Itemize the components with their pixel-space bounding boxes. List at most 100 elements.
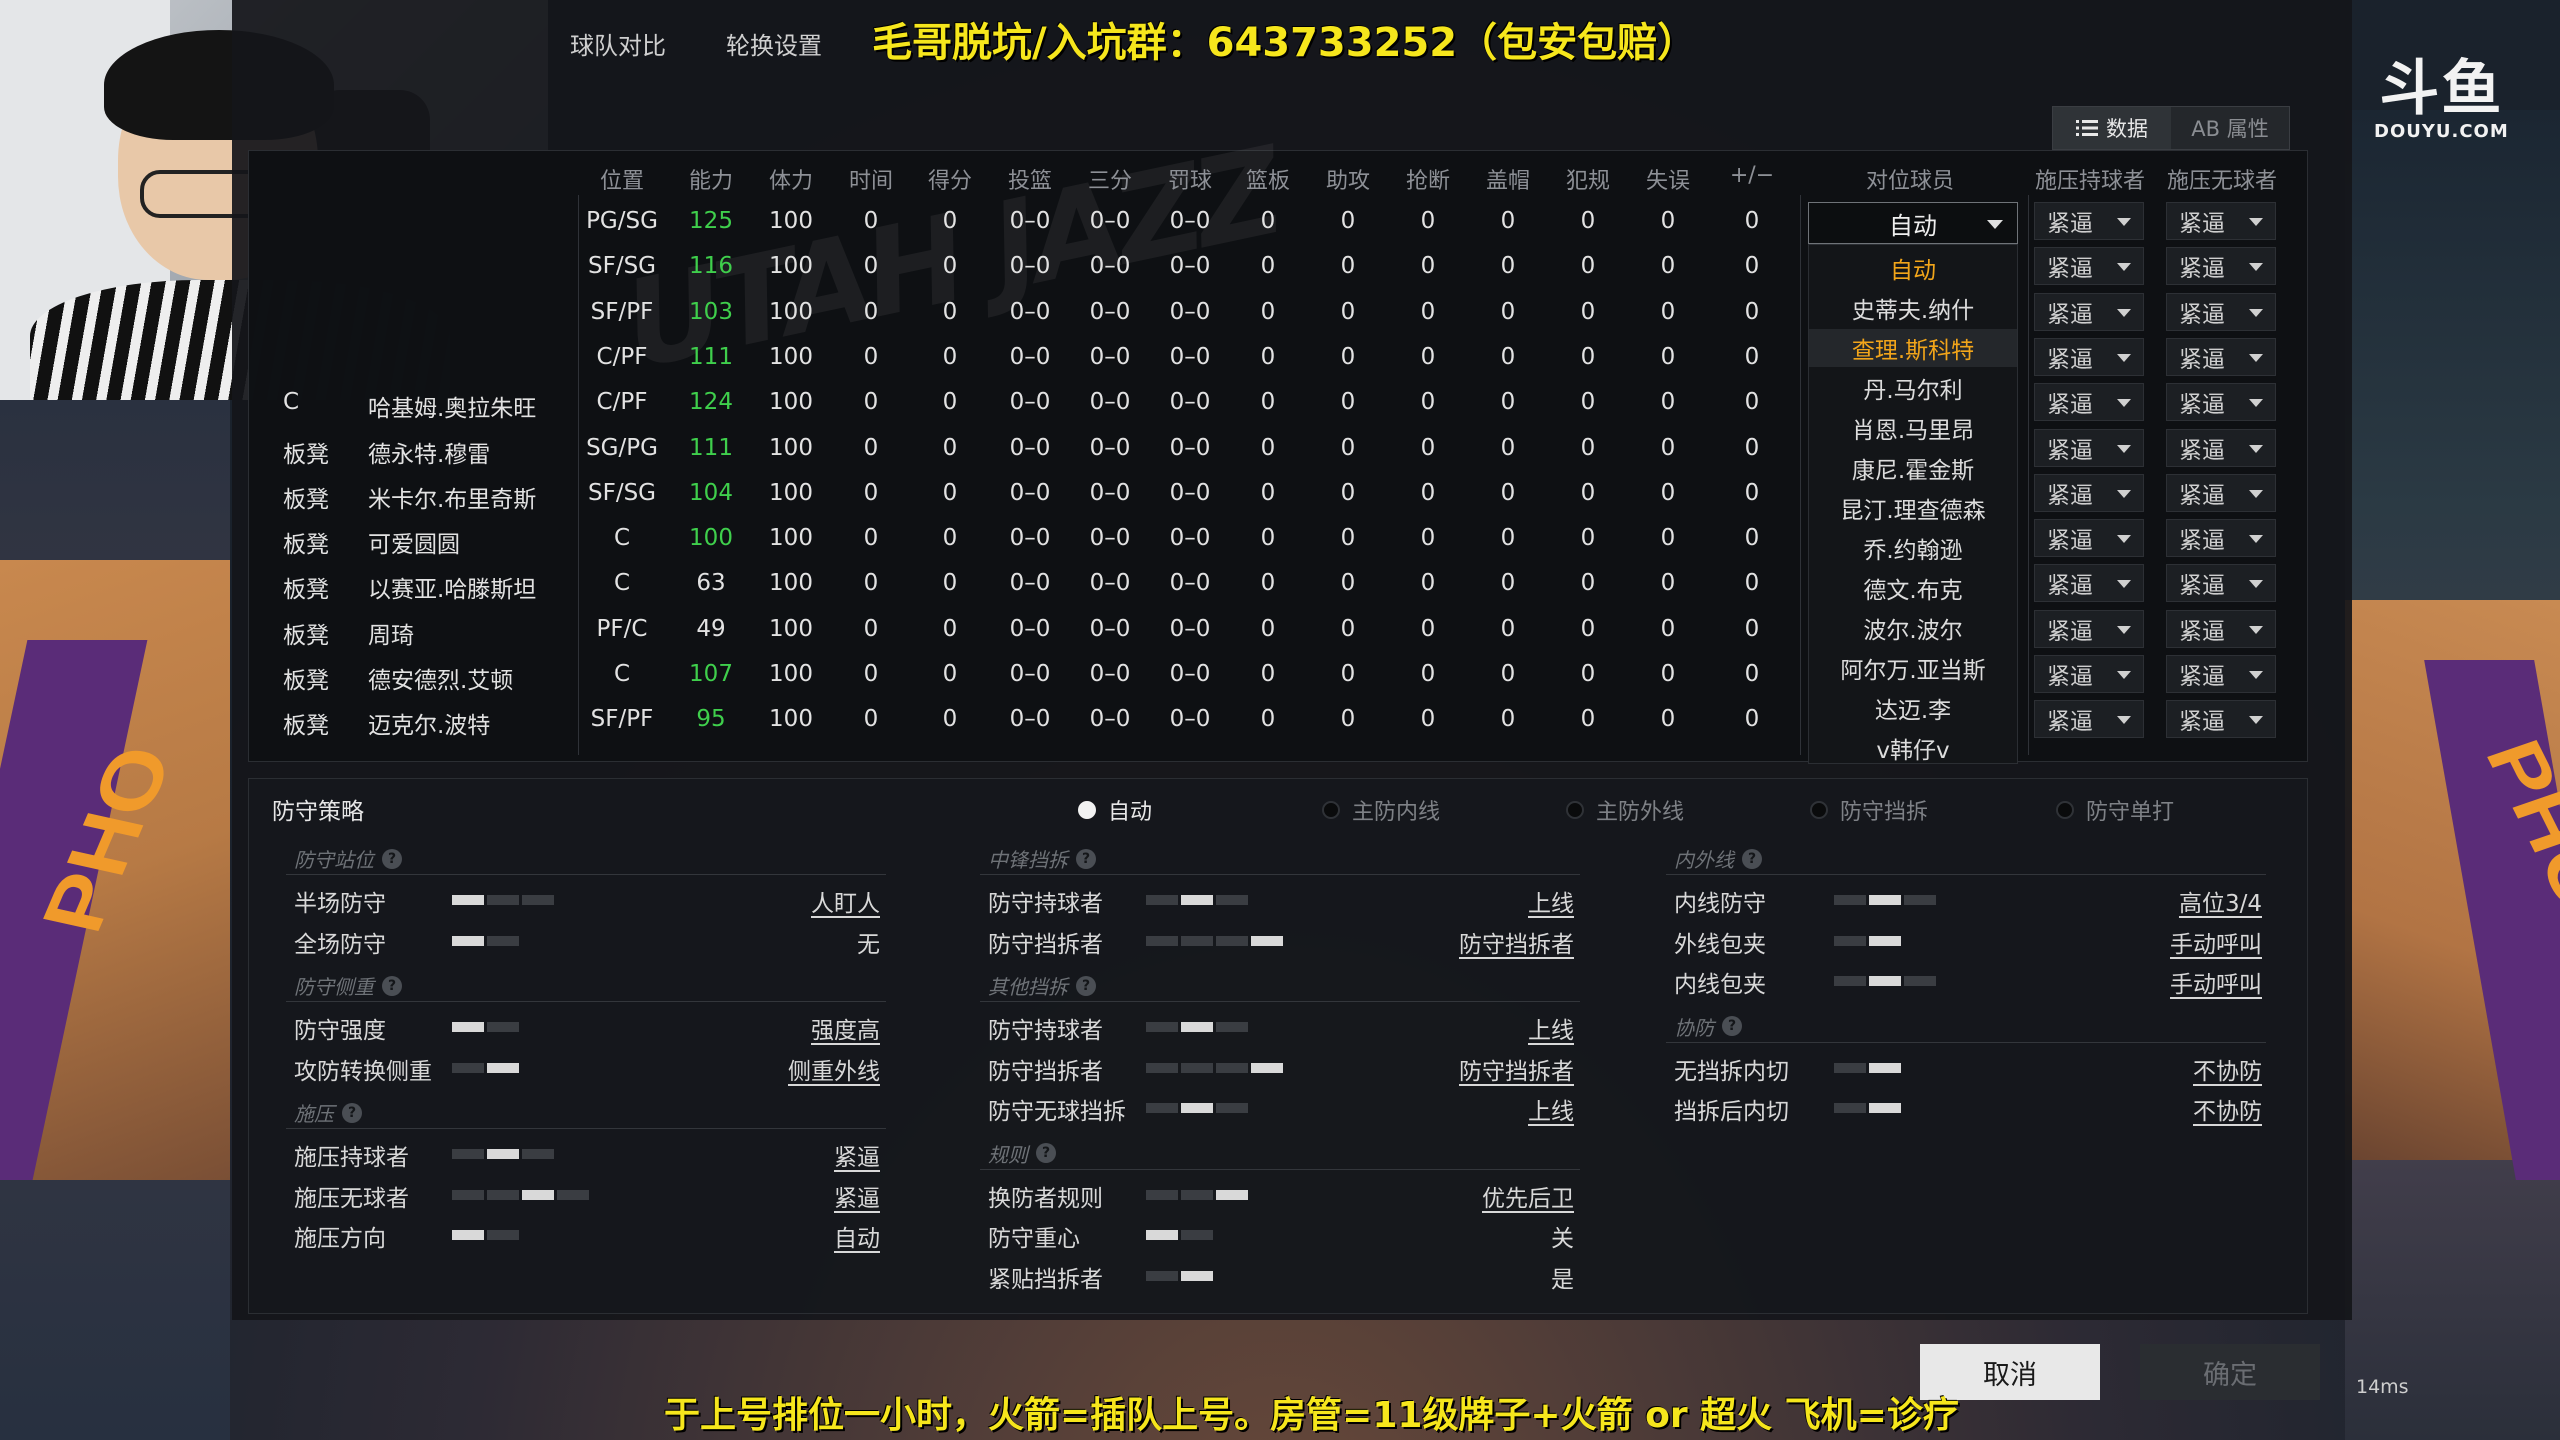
hdr-position[interactable]: 位置 xyxy=(600,163,644,195)
data-view-button[interactable]: 数据 xyxy=(2053,107,2171,149)
setting-slider[interactable] xyxy=(1146,1022,1248,1032)
setting-slider[interactable] xyxy=(452,1062,519,1073)
matchup-option[interactable]: 德文.布克 xyxy=(1809,569,2017,607)
pressure-offball-select[interactable]: 紧逼 xyxy=(2166,564,2276,603)
setting-slider[interactable] xyxy=(1146,1062,1283,1073)
matchup-option[interactable]: 阿尔万.亚当斯 xyxy=(1809,649,2017,687)
pressure-offball-select[interactable]: 紧逼 xyxy=(2166,473,2276,512)
matchup-option[interactable]: 康尼.霍金斯 xyxy=(1809,449,2017,487)
setting-slider[interactable] xyxy=(1146,1230,1213,1240)
matchup-option[interactable]: 史蒂夫.纳什 xyxy=(1809,289,2017,327)
matchup-option[interactable]: 乔.约翰逊 xyxy=(1809,529,2017,567)
pressure-ball-select[interactable]: 紧逼 xyxy=(2034,247,2144,286)
pressure-ball-select[interactable]: 紧逼 xyxy=(2034,428,2144,467)
setting-value[interactable]: 上线 xyxy=(1528,1092,1574,1126)
pressure-ball-select[interactable]: 紧逼 xyxy=(2034,564,2144,603)
hdr-matchup[interactable]: 对位球员 xyxy=(1866,163,1954,195)
setting-slider[interactable] xyxy=(452,1189,589,1200)
hdr-3pt[interactable]: 三分 xyxy=(1088,163,1132,195)
pressure-offball-select[interactable]: 紧逼 xyxy=(2166,519,2276,558)
hdr-ft[interactable]: 罚球 xyxy=(1168,163,1212,195)
setting-value[interactable]: 优先后卫 xyxy=(1482,1179,1574,1213)
setting-value[interactable]: 紧逼 xyxy=(834,1179,880,1213)
attr-view-button[interactable]: AB 属性 xyxy=(2171,107,2289,149)
hdr-assists[interactable]: 助攻 xyxy=(1326,163,1370,195)
setting-value[interactable]: 侧重外线 xyxy=(788,1052,880,1086)
matchup-option[interactable]: 肖恩.马里昂 xyxy=(1809,409,2017,447)
hdr-fouls[interactable]: 犯规 xyxy=(1566,163,1610,195)
confirm-button[interactable]: 确定 xyxy=(2140,1344,2320,1400)
pressure-offball-select[interactable]: 紧逼 xyxy=(2166,383,2276,422)
matchup-option[interactable]: 自动 xyxy=(1809,249,2017,287)
setting-value[interactable]: 不协防 xyxy=(2193,1052,2262,1086)
hdr-fg[interactable]: 投篮 xyxy=(1008,163,1052,195)
setting-value[interactable]: 强度高 xyxy=(811,1011,880,1045)
setting-slider[interactable] xyxy=(1834,935,1901,946)
hdr-turnovers[interactable]: 失误 xyxy=(1646,163,1690,195)
setting-value[interactable]: 紧逼 xyxy=(834,1138,880,1172)
defense-mode-radio[interactable]: 防守挡拆 xyxy=(1810,794,1928,826)
matchup-option[interactable]: 查理.斯科特 xyxy=(1809,329,2017,367)
hdr-pressure-offball[interactable]: 施压无球者 xyxy=(2167,163,2277,195)
help-icon[interactable]: ? xyxy=(382,848,402,869)
pressure-offball-select[interactable]: 紧逼 xyxy=(2166,202,2276,240)
pressure-offball-select[interactable]: 紧逼 xyxy=(2166,247,2276,286)
pressure-ball-select[interactable]: 紧逼 xyxy=(2034,609,2144,648)
setting-value[interactable]: 关 xyxy=(1551,1219,1574,1253)
pressure-offball-select[interactable]: 紧逼 xyxy=(2166,655,2276,693)
pressure-offball-select[interactable]: 紧逼 xyxy=(2166,428,2276,467)
setting-slider[interactable] xyxy=(452,895,554,905)
defense-mode-radio[interactable]: 自动 xyxy=(1078,794,1152,826)
setting-slider[interactable] xyxy=(1834,1103,1901,1113)
tab-rotation[interactable]: 轮换设置 xyxy=(696,26,852,61)
matchup-option[interactable]: 达迈.李 xyxy=(1809,689,2017,727)
help-icon[interactable]: ? xyxy=(382,975,402,996)
defense-mode-radio[interactable]: 主防内线 xyxy=(1322,794,1440,826)
matchup-option[interactable]: 丹.马尔利 xyxy=(1809,369,2017,407)
matchup-dropdown[interactable]: 自动 xyxy=(1808,202,2018,244)
pressure-ball-select[interactable]: 紧逼 xyxy=(2034,700,2144,739)
pressure-offball-select[interactable]: 紧逼 xyxy=(2166,609,2276,648)
hdr-rebounds[interactable]: 篮板 xyxy=(1246,163,1290,195)
setting-value[interactable]: 高位3/4 xyxy=(2179,884,2262,918)
help-icon[interactable]: ? xyxy=(1742,848,1762,869)
tab-team-compare[interactable]: 球队对比 xyxy=(540,26,696,61)
setting-value[interactable]: 是 xyxy=(1551,1260,1574,1294)
pressure-ball-select[interactable]: 紧逼 xyxy=(2034,473,2144,512)
help-icon[interactable]: ? xyxy=(1036,1143,1056,1163)
setting-slider[interactable] xyxy=(452,1230,519,1240)
setting-slider[interactable] xyxy=(1146,1103,1248,1113)
setting-slider[interactable] xyxy=(452,1022,519,1032)
setting-slider[interactable] xyxy=(1146,1270,1213,1281)
setting-value[interactable]: 手动呼叫 xyxy=(2170,925,2262,959)
hdr-minutes[interactable]: 时间 xyxy=(849,163,893,195)
hdr-plus-minus[interactable]: +/− xyxy=(1730,163,1774,188)
setting-slider[interactable] xyxy=(1146,1189,1248,1200)
help-icon[interactable]: ? xyxy=(1722,1016,1742,1036)
matchup-option[interactable]: 昆汀.理查德森 xyxy=(1809,489,2017,527)
setting-value[interactable]: 自动 xyxy=(834,1219,880,1253)
help-icon[interactable]: ? xyxy=(342,1102,362,1123)
setting-slider[interactable] xyxy=(452,935,519,946)
hdr-steals[interactable]: 抢断 xyxy=(1406,163,1450,195)
pressure-ball-select[interactable]: 紧逼 xyxy=(2034,202,2144,240)
hdr-points[interactable]: 得分 xyxy=(928,163,972,195)
pressure-ball-select[interactable]: 紧逼 xyxy=(2034,655,2144,693)
pressure-ball-select[interactable]: 紧逼 xyxy=(2034,383,2144,422)
pressure-offball-select[interactable]: 紧逼 xyxy=(2166,292,2276,331)
setting-value[interactable]: 手动呼叫 xyxy=(2170,965,2262,999)
hdr-pressure-ball[interactable]: 施压持球者 xyxy=(2035,163,2145,195)
hdr-stamina[interactable]: 体力 xyxy=(769,163,813,195)
defense-mode-radio[interactable]: 主防外线 xyxy=(1566,794,1684,826)
setting-slider[interactable] xyxy=(452,1149,554,1159)
setting-value[interactable]: 不协防 xyxy=(2193,1092,2262,1126)
hdr-rating[interactable]: 能力 xyxy=(689,163,733,195)
pressure-ball-select[interactable]: 紧逼 xyxy=(2034,337,2144,376)
setting-slider[interactable] xyxy=(1834,895,1936,905)
matchup-option[interactable]: v韩仔v xyxy=(1809,729,2017,767)
setting-value[interactable]: 无 xyxy=(857,925,880,959)
setting-slider[interactable] xyxy=(1146,895,1248,905)
hdr-blocks[interactable]: 盖帽 xyxy=(1486,163,1530,195)
setting-value[interactable]: 上线 xyxy=(1528,1011,1574,1045)
pressure-ball-select[interactable]: 紧逼 xyxy=(2034,519,2144,558)
